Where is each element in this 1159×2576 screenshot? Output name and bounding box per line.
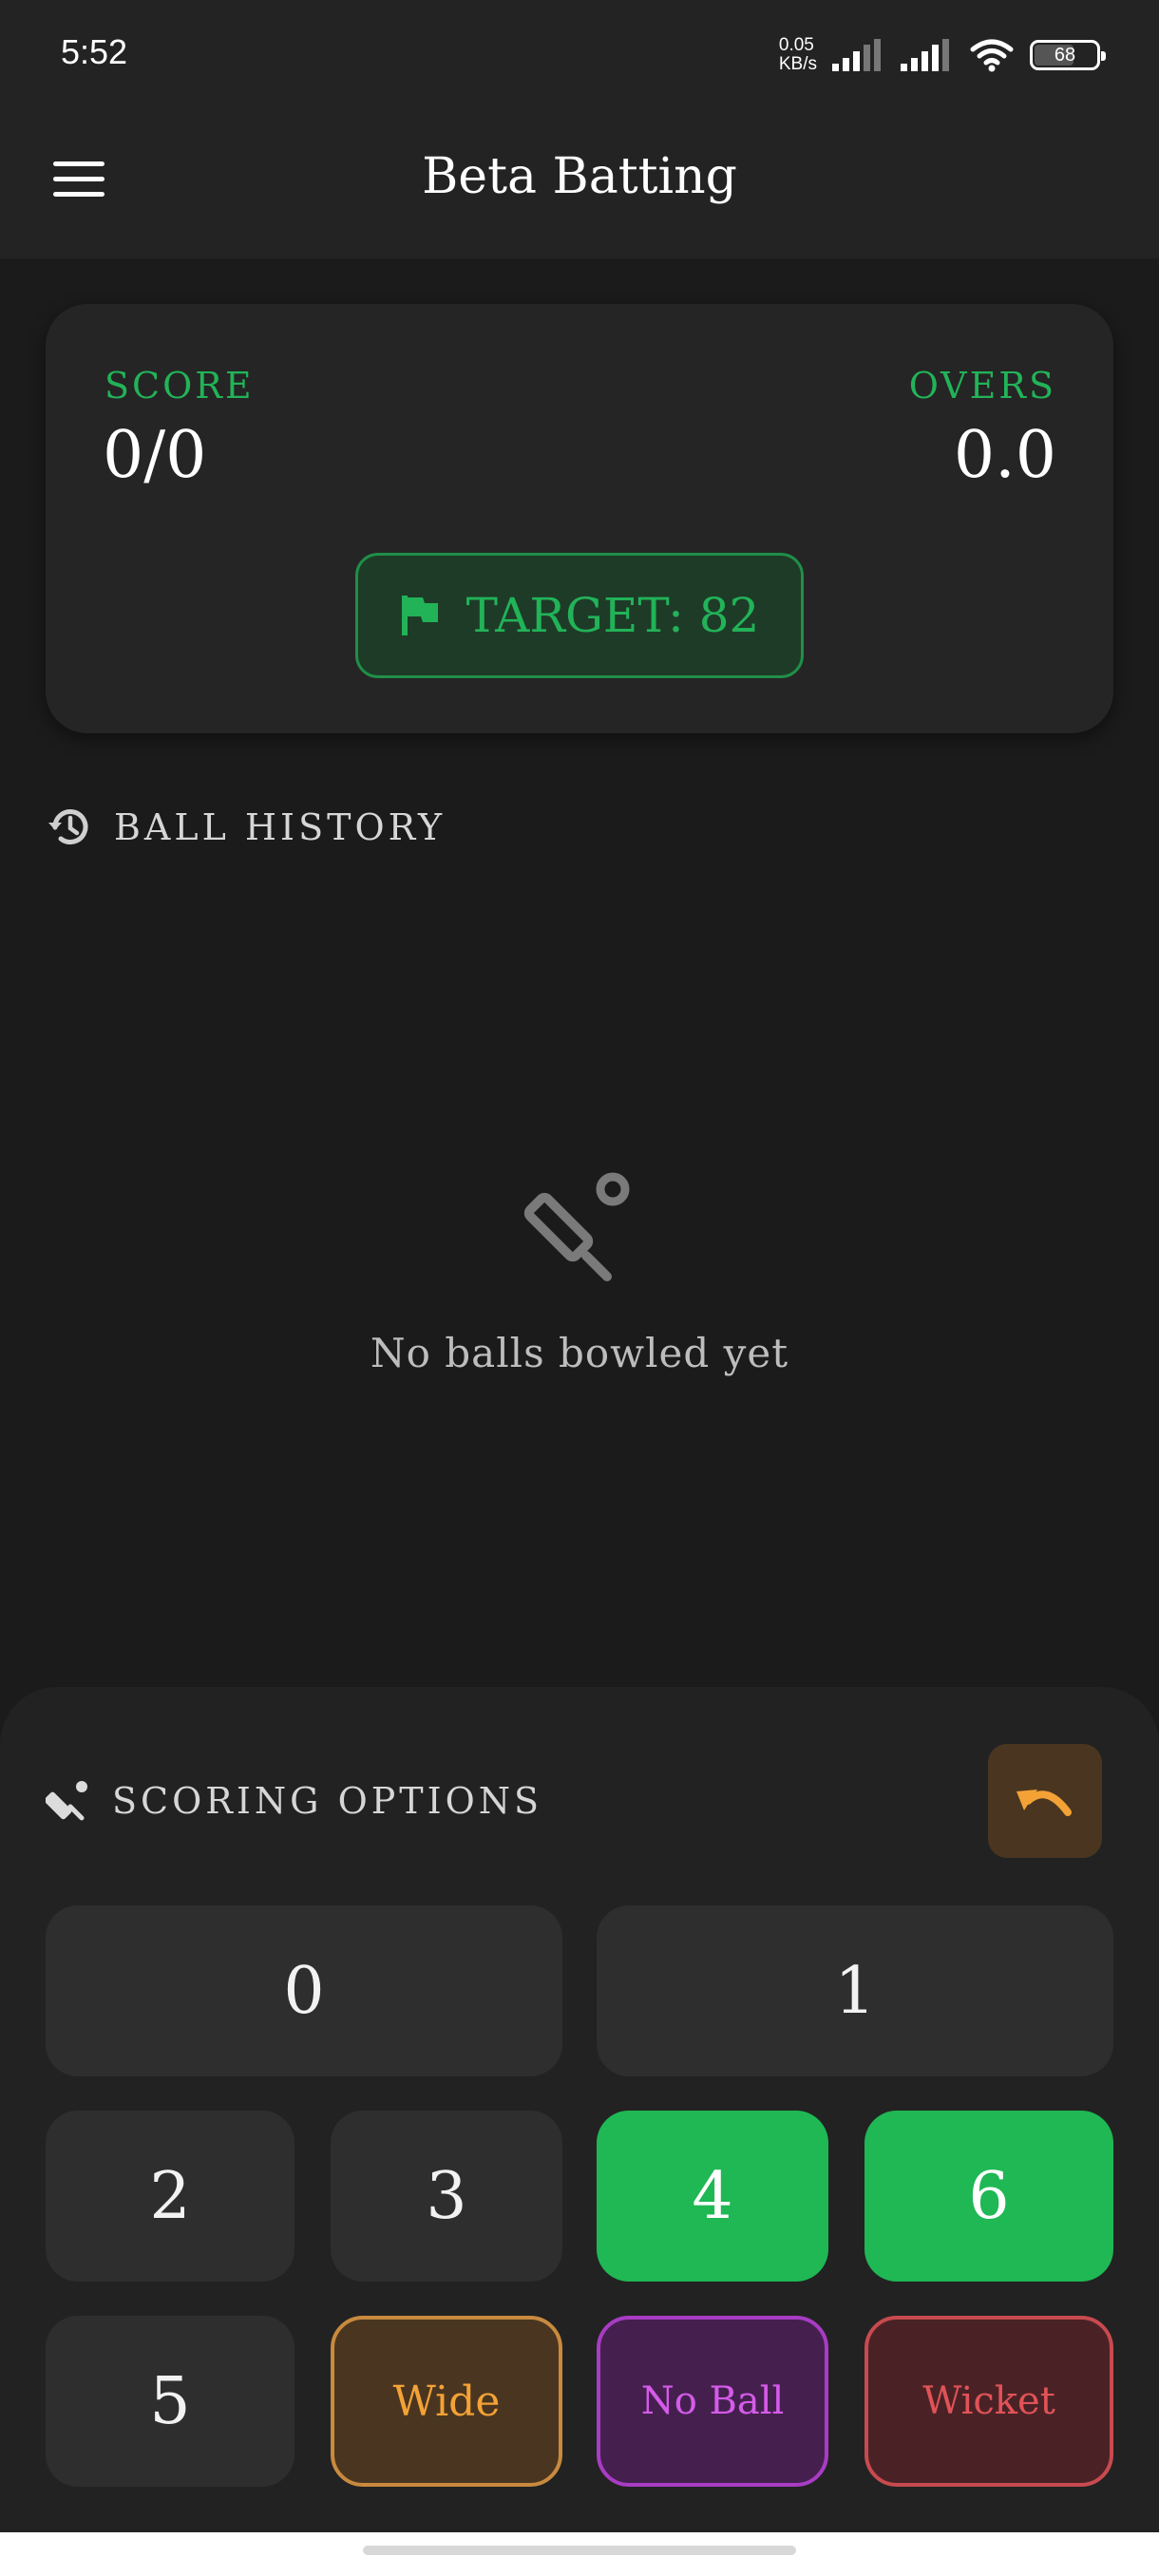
run-1-button[interactable]: 1 [597, 1905, 1113, 2076]
history-icon [48, 809, 88, 844]
target-label: TARGET: 82 [466, 588, 760, 643]
overs-value: 0.0 [953, 418, 1056, 493]
cricket-bat-icon [523, 1172, 630, 1281]
wifi-icon [970, 39, 1014, 72]
target-badge: TARGET: 82 [355, 553, 804, 678]
battery-icon: 68 [1030, 40, 1106, 70]
home-indicator[interactable] [363, 2546, 796, 2555]
page-title: Beta Batting [422, 148, 737, 205]
no-ball-button[interactable]: No Ball [597, 2316, 828, 2487]
wicket-button[interactable]: Wicket [864, 2316, 1113, 2487]
status-time: 5:52 [61, 32, 128, 71]
status-bar: 5:52 0.05 KB/s 68 [0, 0, 1159, 104]
run-4-button[interactable]: 4 [597, 2111, 828, 2282]
network-speed: 0.05 KB/s [779, 36, 817, 74]
wide-button[interactable]: Wide [331, 2316, 562, 2487]
score-value: 0/0 [103, 418, 207, 493]
network-speed-value: 0.05 [778, 35, 814, 55]
run-6-button[interactable]: 6 [864, 2111, 1113, 2282]
undo-button[interactable] [988, 1744, 1102, 1858]
network-speed-unit: KB/s [778, 54, 817, 74]
empty-message: No balls bowled yet [370, 1330, 789, 1376]
app-bar: Beta Batting [0, 104, 1159, 258]
scoring-panel: SCORING OPTIONS 0 1 2 3 4 6 5 Wide No Ba… [0, 1687, 1159, 2532]
flag-icon [401, 596, 438, 635]
battery-level: 68 [1054, 44, 1076, 66]
score-label: SCORE [104, 365, 255, 407]
run-0-button[interactable]: 0 [46, 1905, 562, 2076]
status-icons: 0.05 KB/s 68 [779, 34, 1106, 76]
run-5-button[interactable]: 5 [46, 2316, 294, 2487]
scoring-options-title: SCORING OPTIONS [112, 1780, 543, 1822]
ball-history-title: BALL HISTORY [114, 806, 446, 848]
ball-history-empty-state: No balls bowled yet [0, 1165, 1159, 1376]
score-card: SCORE 0/0 OVERS 0.0 TARGET: 82 [46, 304, 1113, 733]
ball-history-header: BALL HISTORY [46, 804, 446, 851]
signal-icon-2 [901, 39, 949, 71]
overs-label: OVERS [908, 365, 1056, 407]
run-3-button[interactable]: 3 [331, 2111, 562, 2282]
run-2-button[interactable]: 2 [46, 2111, 294, 2282]
scoring-options-header: SCORING OPTIONS [46, 1778, 542, 1824]
cricket-icon [46, 1781, 87, 1821]
signal-icon [832, 39, 881, 71]
undo-icon [1016, 1790, 1072, 1816]
